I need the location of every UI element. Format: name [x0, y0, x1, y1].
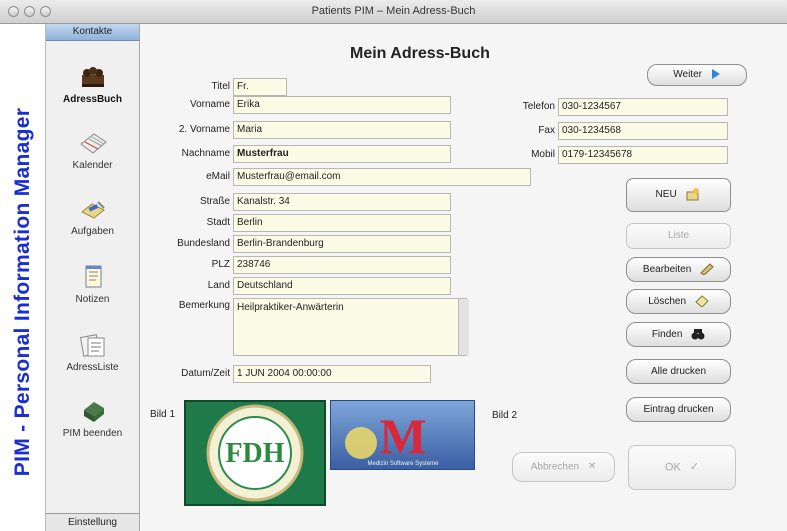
brand-band: PIM - Personal Information Manager — [0, 24, 46, 531]
software-logo: M Medizin Software Systeme — [345, 408, 439, 467]
alle-drucken-button[interactable]: Alle drucken — [626, 359, 731, 384]
window-title: Patients PIM – Mein Adress-Buch — [311, 5, 476, 17]
bild2-label: Bild 2 — [492, 410, 518, 421]
notes-icon — [85, 265, 101, 288]
sidebar-item-label: Aufgaben — [71, 226, 114, 237]
weiter-button[interactable]: Weiter — [647, 64, 747, 86]
sidebar-item-pim-beenden[interactable]: PIM beenden — [46, 398, 139, 439]
land-field[interactable]: Deutschland — [233, 277, 451, 295]
arrow-right-icon — [711, 69, 720, 80]
sidebar-item-label: PIM beenden — [62, 428, 123, 439]
eraser-icon — [695, 295, 709, 308]
bild2-image[interactable]: M Medizin Software Systeme — [330, 400, 475, 470]
sidebar-item-adressliste[interactable]: AdressListe — [46, 332, 139, 373]
plz-field[interactable]: 238746 — [233, 256, 451, 274]
vorname2-field[interactable]: Maria — [233, 121, 451, 139]
main-content: Mein Adress-Buch Titel Fr. Vorname Erika… — [140, 24, 787, 531]
telefon-field[interactable]: 030-1234567 — [558, 98, 728, 116]
eintrag-drucken-label: Eintrag drucken — [643, 404, 714, 415]
sidebar-item-label: Notizen — [75, 294, 110, 305]
vertical-app-title: PIM - Personal Information Manager — [11, 107, 34, 477]
abbrechen-button[interactable]: Abbrechen ✕ — [512, 452, 615, 482]
quit-icon — [83, 402, 104, 422]
sidebar-item-label: Kalender — [72, 160, 113, 171]
new-entry-icon — [686, 188, 700, 201]
bundesland-label: Bundesland — [177, 238, 230, 249]
bundesland-field[interactable]: Berlin-Brandenburg — [233, 235, 451, 253]
address-book-icon — [81, 67, 104, 87]
bearbeiten-button[interactable]: Bearbeiten — [626, 257, 731, 282]
sidebar-item-label: AdressBuch — [63, 94, 122, 105]
telefon-label: Telefon — [522, 101, 555, 112]
sidebar-item-adressbuch[interactable]: AdressBuch — [46, 64, 139, 105]
bild1-label: Bild 1 — [150, 409, 176, 420]
datum-field[interactable]: 1 JUN 2004 00:00:00 — [233, 365, 431, 383]
sidebar-item-aufgaben[interactable]: Aufgaben — [46, 196, 139, 237]
liste-label: Liste — [667, 230, 690, 241]
datum-label: Datum/Zeit — [181, 368, 230, 379]
edit-icon — [700, 263, 714, 276]
liste-button[interactable]: Liste — [626, 223, 731, 249]
page-title: Mein Adress-Buch — [350, 45, 490, 62]
bearbeiten-label: Bearbeiten — [642, 264, 692, 275]
tasks-icon — [80, 201, 105, 219]
titel-label: Titel — [211, 81, 230, 92]
weiter-label: Weiter — [673, 69, 702, 80]
ok-label: OK — [664, 461, 681, 474]
neu-label: NEU — [655, 189, 677, 200]
vorname-field[interactable]: Erika — [233, 96, 451, 114]
bemerkung-textarea[interactable]: Heilpraktiker-Anwärterin — [233, 298, 467, 356]
sidebar: Kontakte AdressBuch Kalender Aufgaben No… — [46, 24, 140, 531]
window-titlebar: Patients PIM – Mein Adress-Buch — [0, 0, 787, 24]
settings-tab[interactable]: Einstellung — [46, 513, 139, 531]
nachname-field[interactable]: Musterfrau — [233, 145, 451, 163]
sidebar-item-kalender[interactable]: Kalender — [46, 130, 139, 171]
nachname-label: Nachname — [181, 148, 230, 159]
address-list-icon — [79, 334, 104, 357]
loeschen-label: Löschen — [648, 296, 687, 307]
neu-button[interactable]: NEU — [626, 178, 731, 212]
stadt-field[interactable]: Berlin — [233, 214, 451, 232]
sidebar-item-label: AdressListe — [66, 362, 119, 373]
eintrag-drucken-button[interactable]: Eintrag drucken — [626, 397, 731, 422]
sidebar-header[interactable]: Kontakte — [46, 24, 139, 41]
loeschen-button[interactable]: Löschen — [626, 289, 731, 314]
finden-button[interactable]: Finden — [626, 322, 731, 347]
alle-drucken-label: Alle drucken — [650, 366, 707, 377]
vorname2-label: 2. Vorname — [178, 124, 230, 135]
software-logo-caption: Medizin Software Systeme — [367, 461, 439, 467]
land-label: Land — [207, 280, 230, 291]
checkmark-icon: ✓ — [689, 461, 700, 473]
bemerkung-label: Bemerkung — [178, 300, 230, 311]
finden-label: Finden — [651, 329, 683, 340]
mobil-label: Mobil — [531, 149, 555, 160]
plz-label: PLZ — [211, 259, 230, 270]
email-label: eMail — [206, 171, 230, 182]
titel-field[interactable]: Fr. — [233, 78, 287, 96]
software-logo-letter: M — [379, 408, 426, 464]
fdh-logo: FDH — [186, 402, 324, 504]
bild1-image[interactable]: FDH — [184, 400, 326, 506]
abbrechen-label: Abbrechen — [530, 461, 580, 473]
fax-field[interactable]: 030-1234568 — [558, 122, 728, 140]
email-field[interactable]: Musterfrau@email.com — [233, 168, 531, 186]
close-icon: ✕ — [587, 461, 597, 472]
stadt-label: Stadt — [206, 217, 230, 228]
calendar-icon — [79, 133, 107, 154]
strasse-label: Straße — [199, 196, 230, 207]
bemerkung-scrollbar[interactable] — [458, 299, 469, 355]
vorname-label: Vorname — [189, 99, 230, 110]
mobil-field[interactable]: 0179-12345678 — [558, 146, 728, 164]
strasse-field[interactable]: Kanalstr. 34 — [233, 193, 451, 211]
binoculars-icon — [691, 329, 705, 340]
fdh-logo-text: FDH — [225, 438, 284, 469]
ok-button[interactable]: OK ✓ — [628, 445, 736, 490]
sidebar-item-notizen[interactable]: Notizen — [46, 264, 139, 305]
fax-label: Fax — [538, 125, 555, 136]
